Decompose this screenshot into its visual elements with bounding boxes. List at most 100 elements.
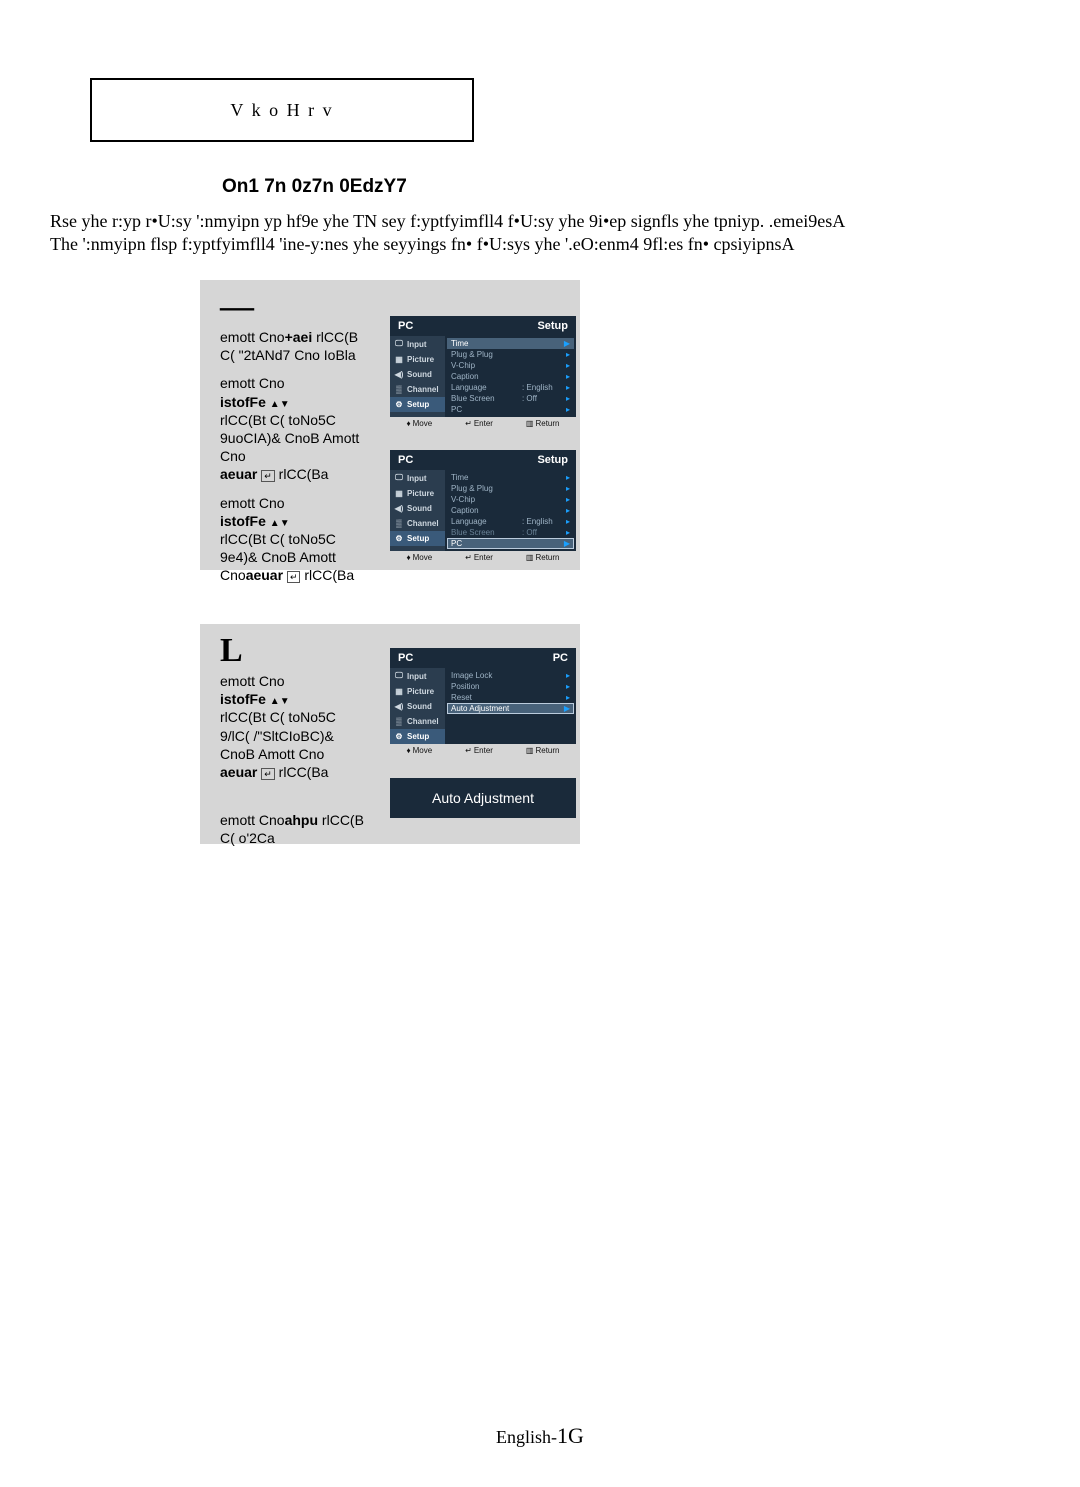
enter-icon	[261, 466, 275, 482]
sidebar-item-picture[interactable]: ▦Picture	[390, 486, 445, 501]
osd-row[interactable]: Reset▸	[447, 692, 574, 703]
sidebar-label: Setup	[407, 732, 429, 741]
osd-tv-label: PC	[398, 320, 413, 332]
osd-row[interactable]: Plug & Plug▸	[447, 483, 574, 494]
sidebar-item-input[interactable]: 🖵Input	[390, 470, 445, 486]
osd-row[interactable]: V-Chip▸	[447, 360, 574, 371]
osd-row[interactable]: Caption▸	[447, 505, 574, 516]
text: 9e4)& CnoB Amott	[220, 548, 375, 566]
sidebar-item-input[interactable]: 🖵Input	[390, 668, 445, 684]
osd-tv-label: PC	[398, 454, 413, 466]
osd-pc: PC PC 🖵Input ▦Picture ◀)Sound ▒Channel ⚙…	[390, 648, 576, 757]
picture-icon: ▦	[394, 489, 404, 498]
osd-row[interactable]: Blue Screen: Off▸	[447, 527, 574, 538]
sidebar-label: Sound	[407, 504, 432, 513]
sidebar-item-channel[interactable]: ▒Channel	[390, 382, 445, 397]
text: emott Cno	[220, 329, 285, 345]
sidebar-label: Picture	[407, 687, 434, 696]
osd-row[interactable]: Language: English▸	[447, 382, 574, 393]
sidebar-item-setup[interactable]: ⚙Setup	[390, 531, 445, 546]
osd-title: Setup	[537, 454, 568, 466]
footer-page-number: 1G	[557, 1423, 584, 1448]
sidebar-label: Setup	[407, 400, 429, 409]
page-footer: English-1G	[0, 1423, 1080, 1449]
text: emott Cno	[220, 672, 375, 690]
sidebar-item-channel[interactable]: ▒Channel	[390, 516, 445, 531]
osd-list: Time▸ Plug & Plug▸ V-Chip▸ Caption▸ Lang…	[445, 470, 576, 551]
sidebar-item-setup[interactable]: ⚙Setup	[390, 729, 445, 744]
text-bold: aeuar	[246, 567, 287, 583]
sidebar-item-picture[interactable]: ▦Picture	[390, 684, 445, 699]
osd-row-time[interactable]: Time▶	[447, 338, 574, 349]
osd-sidebar: 🖵Input ▦Picture ◀)Sound ▒Channel ⚙Setup	[390, 336, 445, 417]
input-icon: 🖵	[394, 473, 404, 483]
sidebar-item-picture[interactable]: ▦Picture	[390, 352, 445, 367]
text: rlCC(Bt C( toNo5C	[220, 530, 375, 548]
sidebar-item-channel[interactable]: ▒Channel	[390, 714, 445, 729]
input-icon: 🖵	[394, 339, 404, 349]
sidebar-label: Channel	[407, 717, 439, 726]
up-icon	[270, 394, 280, 410]
sidebar-label: Sound	[407, 702, 432, 711]
osd-row[interactable]: Position▸	[447, 681, 574, 692]
text: CnoB Amott Cno	[220, 745, 375, 763]
up-icon	[270, 513, 280, 529]
sidebar-item-sound[interactable]: ◀)Sound	[390, 699, 445, 714]
channel-icon: ▒	[394, 519, 404, 528]
text: rlCC(Bt C( toNo5C	[220, 708, 375, 726]
osd-row-pc[interactable]: PC▶	[447, 538, 574, 549]
sidebar-item-sound[interactable]: ◀)Sound	[390, 367, 445, 382]
osd-footer: ♦ Move ↵ Enter ▥ Return	[390, 744, 576, 757]
text-bold: istofFe	[220, 394, 270, 410]
sidebar-label: Picture	[407, 355, 434, 364]
osd-row-auto-adjustment[interactable]: Auto Adjustment▶	[447, 703, 574, 714]
text-bold: aeuar	[220, 466, 261, 482]
osd-row[interactable]: Caption▸	[447, 371, 574, 382]
sidebar-label: Sound	[407, 370, 432, 379]
osd-title: PC	[553, 652, 568, 664]
text: rlCC(Bt C( toNo5C	[220, 411, 375, 429]
move-hint: ♦ Move	[406, 746, 432, 755]
sidebar-item-sound[interactable]: ◀)Sound	[390, 501, 445, 516]
sidebar-label: Picture	[407, 489, 434, 498]
input-icon: 🖵	[394, 671, 404, 681]
banner-text: Auto Adjustment	[432, 790, 534, 806]
sidebar-item-input[interactable]: 🖵Input	[390, 336, 445, 352]
osd-row[interactable]: Time▸	[447, 472, 574, 483]
auto-adjustment-banner: Auto Adjustment	[390, 778, 576, 818]
osd-row[interactable]: Plug & Plug▸	[447, 349, 574, 360]
text-bold: istofFe	[220, 513, 270, 529]
text: rlCC(B	[318, 812, 364, 828]
sidebar-label: Channel	[407, 385, 439, 394]
text-bold: ahpu	[285, 812, 318, 828]
osd-footer: ♦ Move ↵ Enter ▥ Return	[390, 417, 576, 430]
osd-row[interactable]: PC▸	[447, 404, 574, 415]
osd-row[interactable]: V-Chip▸	[447, 494, 574, 505]
text: Cno	[220, 567, 246, 583]
text-bold: istofFe	[220, 691, 270, 707]
setup-icon: ⚙	[394, 534, 404, 543]
osd-row[interactable]: Language: English▸	[447, 516, 574, 527]
enter-hint: ↵ Enter	[465, 553, 493, 562]
text: rlCC(Ba	[300, 567, 354, 583]
channel-icon: ▒	[394, 717, 404, 726]
text: emott Cno	[220, 374, 375, 392]
section-title: On1 7n 0z7n 0EdzY7	[222, 176, 407, 198]
osd-row[interactable]: Blue Screen: Off▸	[447, 393, 574, 404]
text: emott Cno	[220, 494, 375, 512]
sidebar-label: Input	[407, 672, 427, 681]
setup-icon: ⚙	[394, 732, 404, 741]
osd-row[interactable]: Image Lock▸	[447, 670, 574, 681]
text: 9uoCIA)& CnoB Amott Cno	[220, 429, 375, 465]
osd-tv-label: PC	[398, 652, 413, 664]
step-1-instructions: emott Cno+aei rlCC(B C( "2tANd7 Cno IoBl…	[200, 328, 375, 584]
osd-setup-2: PC Setup 🖵Input ▦Picture ◀)Sound ▒Channe…	[390, 450, 576, 564]
return-hint: ▥ Return	[526, 419, 560, 428]
osd-list: Time▶ Plug & Plug▸ V-Chip▸ Caption▸ Lang…	[445, 336, 576, 417]
enter-hint: ↵ Enter	[465, 746, 493, 755]
sidebar-label: Channel	[407, 519, 439, 528]
up-icon	[270, 691, 280, 707]
sidebar-item-setup[interactable]: ⚙Setup	[390, 397, 445, 412]
notes-label: V k o H r v	[230, 100, 333, 121]
return-hint: ▥ Return	[526, 553, 560, 562]
